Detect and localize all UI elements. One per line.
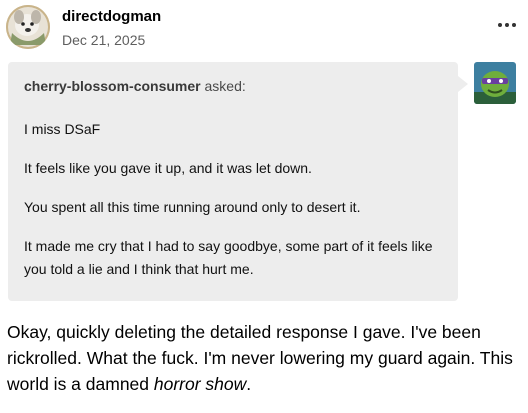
asker-username[interactable]: cherry-blossom-consumer [24, 78, 201, 94]
answer-end: . [246, 374, 252, 394]
blog-username[interactable]: directdogman [62, 8, 161, 25]
ellipsis-icon [512, 23, 516, 27]
more-options-button[interactable] [490, 12, 524, 38]
asker-line: cherry-blossom-consumer asked: [24, 78, 246, 94]
asked-label: asked: [204, 78, 246, 94]
post-header: directdogman Dec 21, 2025 [0, 0, 528, 58]
asker-avatar[interactable] [474, 62, 516, 104]
ellipsis-icon [498, 23, 502, 27]
turtle-avatar-icon [474, 62, 516, 104]
blog-avatar[interactable] [6, 5, 50, 49]
ask-paragraph: It made me cry that I had to say goodbye… [24, 238, 433, 277]
post-date: Dec 21, 2025 [62, 32, 146, 48]
ask-paragraph: It feels like you gave it up, and it was… [24, 160, 312, 176]
answer-main: Okay, quickly deleting the detailed resp… [7, 322, 513, 394]
ask-paragraph: You spent all this time running around o… [24, 199, 361, 215]
answer-text: Okay, quickly deleting the detailed resp… [7, 319, 522, 397]
dog-avatar-icon [6, 5, 50, 49]
answer-emphasis: horror show [153, 374, 247, 394]
ellipsis-icon [505, 23, 509, 27]
ask-paragraph: I miss DSaF [24, 121, 101, 137]
ask-box: cherry-blossom-consumer asked: I miss DS… [8, 62, 468, 301]
